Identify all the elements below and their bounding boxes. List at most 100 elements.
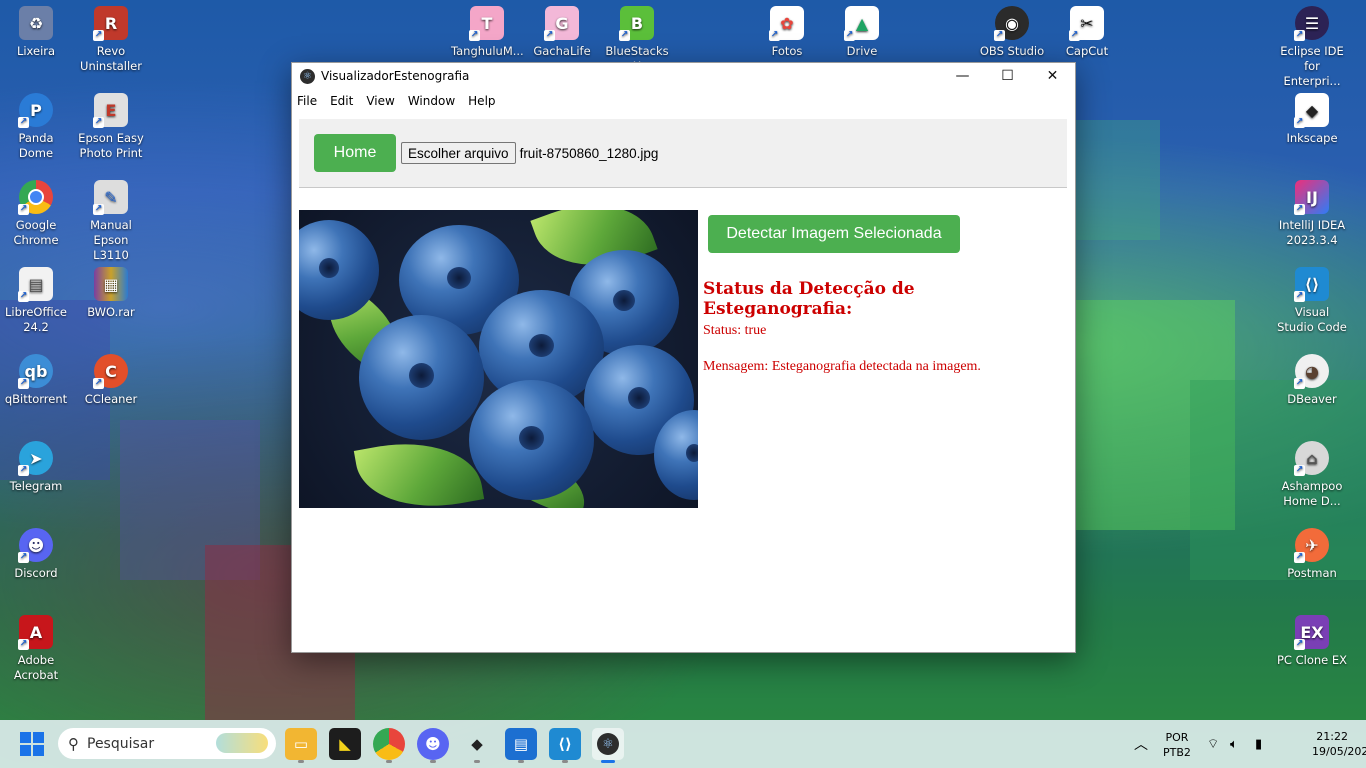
desktop-icon-dbeaver[interactable]: ◕ ↗ DBeaver bbox=[1276, 354, 1348, 407]
desktop-icon-postman[interactable]: ✈ ↗ Postman bbox=[1276, 528, 1348, 581]
app-window: ⚛ VisualizadorEstenografia — ☐ ✕ File Ed… bbox=[291, 62, 1076, 653]
top-toolbar: Home Escolher arquivo fruit-8750860_1280… bbox=[299, 119, 1067, 188]
acrobat-icon: A ↗ bbox=[18, 615, 53, 650]
leaf-shape bbox=[353, 430, 485, 508]
running-indicator bbox=[298, 760, 304, 763]
electron-taskbar-icon[interactable]: ⚛ bbox=[592, 728, 624, 763]
system-clock[interactable]: 21:22 19/05/2024 bbox=[1312, 729, 1366, 759]
pc-clone-icon: EX ↗ bbox=[1294, 615, 1329, 650]
capcut-icon: ✂ ↗ bbox=[1069, 6, 1104, 41]
desktop-icon-discord[interactable]: ☻ ↗ Discord bbox=[0, 528, 72, 581]
language-indicator[interactable]: POR PTB2 bbox=[1163, 730, 1191, 760]
desktop-icon-fotos[interactable]: ✿ ↗ Fotos bbox=[751, 6, 823, 59]
running-indicator bbox=[562, 760, 568, 763]
discord-taskbar-icon[interactable]: ☻ bbox=[417, 728, 449, 763]
epson-photo-icon: E ↗ bbox=[93, 93, 128, 128]
desktop-icon-chrome[interactable]: ↗ Google Chrome bbox=[0, 180, 72, 248]
desktop-icon-label: IntelliJ IDEA 2023.3.4 bbox=[1278, 218, 1346, 247]
desktop-icon-label: qBittorrent bbox=[4, 392, 68, 406]
electron-app-icon: ⚛ bbox=[300, 68, 315, 84]
volume-icon[interactable]: 🔈︎ bbox=[1230, 720, 1238, 768]
desktop-icon-inkscape[interactable]: ◆ ↗ Inkscape bbox=[1276, 93, 1348, 146]
panda-dome-icon: P ↗ bbox=[18, 93, 53, 128]
home-button[interactable]: Home bbox=[314, 134, 396, 172]
menu-view[interactable]: View bbox=[366, 94, 394, 108]
desktop-icon-epson-manual[interactable]: ✎ ↗ Manual Epson L3110 bbox=[75, 180, 147, 263]
running-indicator bbox=[518, 760, 524, 763]
menu-window[interactable]: Window bbox=[408, 94, 455, 108]
desktop-icon-label: Manual Epson L3110 bbox=[90, 218, 132, 262]
desktop-icon-revo[interactable]: R ↗ Revo Uninstaller bbox=[75, 6, 147, 74]
app-content: Home Escolher arquivo fruit-8750860_1280… bbox=[299, 119, 1067, 508]
desktop-icon-drive[interactable]: ▲ ↗ Drive bbox=[826, 6, 898, 59]
selected-file-name: fruit-8750860_1280.jpg bbox=[519, 145, 659, 161]
drive-icon: ▲ ↗ bbox=[844, 6, 879, 41]
start-button[interactable] bbox=[20, 732, 44, 756]
active-indicator bbox=[601, 760, 615, 763]
desktop-icon-label: Discord bbox=[14, 566, 58, 580]
wifi-icon[interactable]: ⌔ bbox=[1207, 720, 1219, 768]
intellij-icon: IJ ↗ bbox=[1294, 180, 1329, 215]
menu-help[interactable]: Help bbox=[468, 94, 495, 108]
detect-image-button[interactable]: Detectar Imagem Selecionada bbox=[708, 215, 960, 253]
desktop-icon-acrobat[interactable]: A ↗ Adobe Acrobat bbox=[0, 615, 72, 683]
desktop-icon-label: BWO.rar bbox=[87, 305, 135, 319]
title-bar[interactable]: ⚛ VisualizadorEstenografia — ☐ ✕ bbox=[292, 63, 1075, 89]
desktop-icon-ccleaner[interactable]: C ↗ CCleaner bbox=[75, 354, 147, 407]
chrome-icon: ↗ bbox=[18, 180, 53, 215]
window-controls: — ☐ ✕ bbox=[940, 63, 1075, 89]
desktop-icon-eclipse[interactable]: ☰ ↗ Eclipse IDE for Enterpri... bbox=[1276, 6, 1348, 89]
desktop-icon-label: Adobe Acrobat bbox=[13, 653, 59, 682]
maximize-button[interactable]: ☐ bbox=[985, 63, 1030, 89]
battery-icon[interactable]: ▮ bbox=[1255, 720, 1262, 768]
close-button[interactable]: ✕ bbox=[1030, 63, 1075, 89]
running-indicator bbox=[474, 760, 480, 763]
desktop-icon-ashampoo[interactable]: ⌂ ↗ Ashampoo Home D... bbox=[1276, 441, 1348, 509]
desktop-icon-epson-photo[interactable]: E ↗ Epson Easy Photo Print bbox=[75, 93, 147, 161]
choose-file-button[interactable]: Escolher arquivo bbox=[401, 142, 516, 164]
desktop-icon-vscode[interactable]: ⟨⟩ ↗ Visual Studio Code bbox=[1276, 267, 1348, 335]
desktop-icon-lixeira[interactable]: ♻ Lixeira bbox=[0, 6, 72, 59]
desktop-icon-label: Postman bbox=[1287, 566, 1337, 580]
desktop-icon-label: Panda Dome bbox=[18, 131, 54, 160]
status-message: Mensagem: Esteganografia detectada na im… bbox=[703, 359, 981, 374]
clock-date: 19/05/2024 bbox=[1312, 745, 1366, 758]
manual-icon: ✎ ↗ bbox=[93, 180, 128, 215]
keyboard-layout: PTB2 bbox=[1163, 746, 1191, 759]
desktop-icon-label: CapCut bbox=[1065, 44, 1109, 58]
desktop-icon-label: Revo Uninstaller bbox=[80, 44, 142, 73]
vscode-taskbar-icon[interactable]: ⟨⟩ bbox=[549, 728, 581, 763]
file-explorer-icon[interactable]: ▭ bbox=[285, 728, 317, 763]
desktop-icon-telegram[interactable]: ➤ ↗ Telegram bbox=[0, 441, 72, 494]
libreoffice-icon: ▤ ↗ bbox=[18, 267, 53, 302]
desktop-icon-obs[interactable]: ◉ ↗ OBS Studio bbox=[976, 6, 1048, 59]
obs-icon: ◉ ↗ bbox=[994, 6, 1029, 41]
desktop-icon-capcut[interactable]: ✂ ↗ CapCut bbox=[1051, 6, 1123, 59]
taskbar-search[interactable]: ⚲ Pesquisar bbox=[58, 728, 276, 759]
windows-logo-icon bbox=[20, 732, 31, 743]
menu-file[interactable]: File bbox=[297, 94, 317, 108]
desktop-icon-pcclone[interactable]: EX ↗ PC Clone EX bbox=[1276, 615, 1348, 668]
windows-logo-icon bbox=[33, 745, 44, 756]
windows-logo-icon bbox=[33, 732, 44, 743]
notepad-taskbar-icon[interactable]: ▤ bbox=[505, 728, 537, 763]
desktop-icon-label: Telegram bbox=[9, 479, 63, 493]
chrome-taskbar-icon[interactable] bbox=[373, 728, 405, 763]
inkscape-taskbar-icon[interactable]: ◆ bbox=[461, 728, 493, 763]
desktop-icon-label: Drive bbox=[846, 44, 878, 58]
minimize-button[interactable]: — bbox=[940, 63, 985, 89]
desktop-icon-gachalife[interactable]: G ↗ GachaLife bbox=[526, 6, 598, 59]
rar-archive-icon: ▦ bbox=[94, 267, 128, 301]
recycle-bin-icon: ♻ bbox=[19, 6, 53, 40]
desktop-icon-panda[interactable]: P ↗ Panda Dome bbox=[0, 93, 72, 161]
desktop-icon-bwo[interactable]: ▦ BWO.rar bbox=[75, 267, 147, 320]
desktop-icon-label: Eclipse IDE for Enterpri... bbox=[1280, 44, 1344, 88]
chevron-up-icon[interactable]: ︿ bbox=[1134, 720, 1148, 768]
sticky-notes-icon[interactable]: ◣ bbox=[329, 728, 361, 760]
menu-edit[interactable]: Edit bbox=[330, 94, 353, 108]
photos-icon: ✿ ↗ bbox=[769, 6, 804, 41]
desktop-icon-tanghulu[interactable]: T ↗ TanghuluM... bbox=[451, 6, 524, 59]
desktop-icon-intellij[interactable]: IJ ↗ IntelliJ IDEA 2023.3.4 bbox=[1276, 180, 1348, 248]
desktop-icon-libreoffice[interactable]: ▤ ↗ LibreOffice 24.2 bbox=[0, 267, 72, 335]
desktop-icon-qbittorrent[interactable]: qb ↗ qBittorrent bbox=[0, 354, 72, 407]
